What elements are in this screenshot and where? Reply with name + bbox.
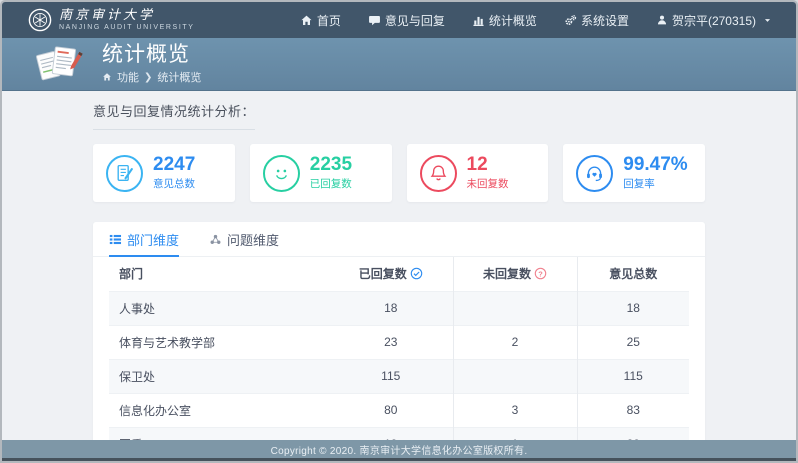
stat-cards: 2247 意见总数 2235 已回复数 [93,144,705,202]
stat-value: 2235 [310,155,352,175]
stat-value: 2247 [153,155,195,175]
document-edit-icon [114,163,135,184]
replied-count-link[interactable]: 115 [329,359,453,393]
nav-label: 首页 [317,12,341,29]
stat-label: 意见总数 [153,176,195,191]
list-icon [109,233,122,246]
table-row: 人事处 18 18 [109,291,689,325]
column-header-total: 意见总数 [577,257,689,291]
copyright-text: Copyright © 2020. 南京审计大学信息化办公室版权所有. [271,442,528,457]
replied-count-link[interactable]: 80 [329,393,453,427]
breadcrumb-separator-icon: ❯ [144,72,152,83]
dimension-tabs: 部门维度 问题维度 [93,222,705,257]
statistics-panel: 部门维度 问题维度 部门 [93,222,705,440]
stat-card-reply-rate: 99.47% 回复率 [563,144,705,202]
department-name: 团委 [109,427,329,440]
column-header-department: 部门 [109,257,329,291]
user-icon [656,14,668,26]
university-name-en: NANJING AUDIT UNIVERSITY [59,24,195,31]
top-navbar: 南京审计大学 NANJING AUDIT UNIVERSITY 首页 意见与回复 [2,2,796,38]
replied-count-link[interactable]: 23 [329,325,453,359]
tab-question-dimension[interactable]: 问题维度 [209,230,279,256]
stats-table: 部门 已回复数 未回复数? 意见总数 人事处 [109,257,689,440]
headset-icon [584,163,605,184]
tab-label: 部门维度 [127,230,179,249]
main-content: 意见与回复情况统计分析： 2247 意见总数 [2,91,796,440]
column-header-replied: 已回复数 [329,257,453,291]
unreplied-count-link[interactable]: 1 [453,427,577,440]
page-footer: Copyright © 2020. 南京审计大学信息化办公室版权所有. [2,440,796,458]
gears-icon [564,14,577,27]
university-brand: 南京审计大学 NANJING AUDIT UNIVERSITY [28,8,195,32]
table-row: 信息化办公室 80 3 83 [109,393,689,427]
stat-card-unreplied: 12 未回复数 [407,144,549,202]
nav-item-settings[interactable]: 系统设置 [564,12,629,29]
chevron-down-icon [763,16,772,25]
breadcrumb-current: 统计概览 [157,69,201,85]
stat-label: 回复率 [623,176,687,191]
stat-value: 99.47% [623,155,687,175]
page-title: 统计概览 [102,43,201,66]
stat-label: 已回复数 [310,176,352,191]
university-name: 南京审计大学 [59,9,195,22]
nav-item-user-menu[interactable]: 贺宗平(270315) [656,12,772,29]
table-body: 人事处 18 18 体育与艺术教学部 23 2 25 保卫处 [109,291,689,440]
department-name: 保卫处 [109,359,329,393]
total-count: 25 [577,325,689,359]
tab-department-dimension[interactable]: 部门维度 [109,230,179,256]
total-count: 83 [577,393,689,427]
breadcrumb-link-functions[interactable]: 功能 [117,69,139,85]
browser-window: 南京审计大学 NANJING AUDIT UNIVERSITY 首页 意见与回复 [0,0,798,463]
table-row: 团委 19 1 20 [109,427,689,440]
nav-label: 意见与回复 [385,12,445,29]
cluster-icon [209,233,222,246]
unreplied-count-link[interactable]: 2 [453,325,577,359]
department-name: 体育与艺术教学部 [109,325,329,359]
comment-icon [368,14,381,27]
total-count: 20 [577,427,689,440]
nav-item-feedback[interactable]: 意见与回复 [368,12,445,29]
replied-count-link[interactable]: 19 [329,427,453,440]
unreplied-count-link[interactable] [453,291,577,325]
main-nav: 首页 意见与回复 统计概览 [273,12,772,29]
bar-chart-icon [472,14,485,27]
university-seal-icon [28,8,52,32]
column-header-unreplied: 未回复数? [453,257,577,291]
tab-label: 问题维度 [227,230,279,249]
total-count: 115 [577,359,689,393]
check-circle-icon [410,267,423,280]
svg-text:?: ? [538,270,543,279]
table-row: 保卫处 115 115 [109,359,689,393]
nav-item-statistics[interactable]: 统计概览 [472,12,537,29]
table-row: 体育与艺术教学部 23 2 25 [109,325,689,359]
page-header: 统计概览 功能 ❯ 统计概览 [2,38,796,91]
replied-count-link[interactable]: 18 [329,291,453,325]
breadcrumb: 功能 ❯ 统计概览 [102,69,201,85]
smiley-icon [271,163,292,184]
home-icon [102,72,112,82]
stat-card-total-opinions: 2247 意见总数 [93,144,235,202]
nav-label: 系统设置 [581,12,629,29]
home-icon [300,14,313,27]
documents-illustration-icon [33,43,85,85]
table-header-row: 部门 已回复数 未回复数? 意见总数 [109,257,689,291]
window-bottom-edge [2,458,796,461]
department-name: 信息化办公室 [109,393,329,427]
nav-label: 统计概览 [489,12,537,29]
unreplied-count-link[interactable]: 3 [453,393,577,427]
nav-label: 贺宗平(270315) [672,12,756,29]
section-title: 意见与回复情况统计分析： [93,101,255,130]
total-count: 18 [577,291,689,325]
bell-icon [428,163,449,184]
nav-item-home[interactable]: 首页 [300,12,341,29]
stat-label: 未回复数 [467,176,509,191]
stat-card-replied: 2235 已回复数 [250,144,392,202]
department-name: 人事处 [109,291,329,325]
question-circle-icon: ? [534,267,547,280]
stat-value: 12 [467,155,509,175]
unreplied-count-link[interactable] [453,359,577,393]
